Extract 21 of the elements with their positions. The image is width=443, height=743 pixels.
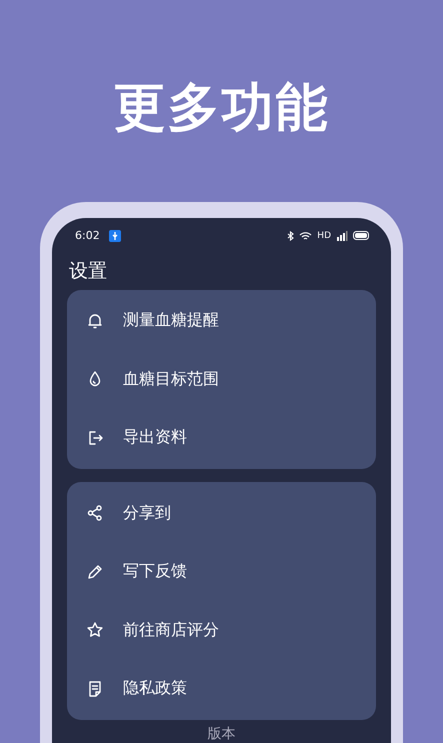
settings-item[interactable]: 前往商店评分: [67, 601, 376, 660]
share-icon: [86, 504, 104, 522]
settings-item[interactable]: 血糖目标范围: [67, 350, 376, 408]
pencil-icon: [86, 562, 104, 581]
bell-icon: [86, 312, 104, 330]
version-text: 版本: [206, 725, 236, 743]
notification-icon: [108, 230, 121, 242]
settings-item[interactable]: 导出资料: [67, 408, 376, 467]
settings-item[interactable]: 写下反馈: [67, 542, 376, 601]
headline: 更多功能: [114, 77, 330, 140]
settings-item[interactable]: 分享到: [67, 484, 376, 542]
status-time: 6:02: [75, 229, 100, 242]
bluetooth-icon: [287, 230, 294, 240]
network-label: HD: [317, 230, 331, 240]
star-icon: [86, 621, 104, 640]
screen-title: 设置: [68, 258, 108, 284]
signal-icon: [336, 230, 348, 240]
settings-item[interactable]: 测量血糖提醒: [67, 292, 376, 350]
wifi-icon: [299, 230, 312, 240]
settings-item[interactable]: 隐私政策: [67, 660, 376, 718]
battery-icon: [353, 231, 370, 240]
